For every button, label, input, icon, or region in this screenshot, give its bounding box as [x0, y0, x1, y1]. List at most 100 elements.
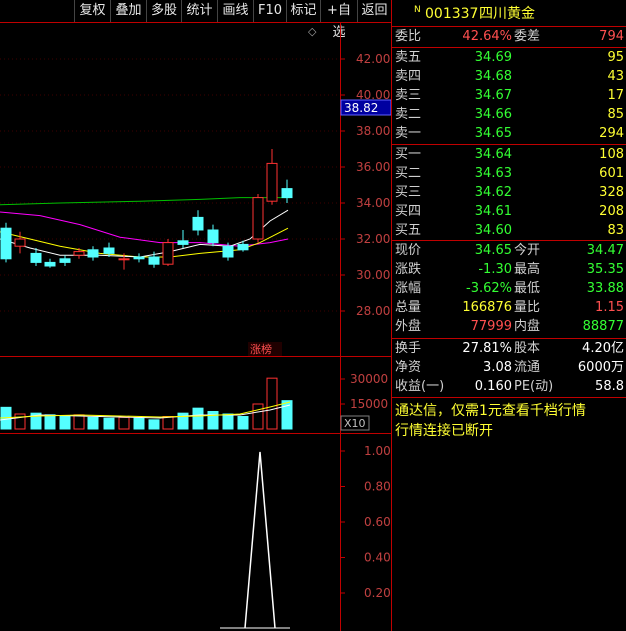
quote-label: 最高: [514, 262, 541, 277]
ask-price: 34.65: [474, 126, 512, 141]
finance-row: 换手 27.81% 股本 4.20亿: [392, 340, 626, 358]
new-listing-marker: N: [414, 5, 421, 15]
quote-label: 涨幅: [395, 281, 422, 296]
price-tick-label: 30.00: [356, 268, 390, 282]
price-gridlines: [0, 58, 340, 312]
quote-panel: N 001337 四川黄金 委比 42.64% 委差 794 通达信，仅需1元查…: [391, 0, 626, 631]
candle-body: [0, 227, 12, 260]
bid-price: 34.61: [474, 204, 512, 219]
volume-bars: [0, 377, 293, 430]
volume-bar: [237, 416, 249, 430]
volume-ma-yellow: [0, 401, 291, 419]
volume-bar: [118, 416, 130, 430]
quote-label: 总量: [395, 300, 422, 315]
quote-label: 现价: [395, 243, 422, 258]
quote-value: 77999: [470, 319, 512, 334]
divider: [392, 397, 626, 398]
candle-body: [237, 243, 249, 251]
bid-level-label: 买二: [395, 166, 422, 181]
weibi-value: 42.64%: [462, 29, 512, 44]
finance-value: 3.08: [483, 360, 512, 375]
quote-row: 涨幅 -3.62% 最低 33.88: [392, 280, 626, 298]
toolbar-draw-line-button[interactable]: 画线: [217, 0, 253, 22]
candle-body: [118, 258, 130, 261]
bid-row: 买四 34.61 208: [392, 203, 626, 221]
bid-price: 34.62: [474, 185, 512, 200]
divider: [392, 26, 626, 27]
toolbar-fuquan-button[interactable]: 复权: [74, 0, 110, 22]
quote-label: 外盘: [395, 319, 422, 334]
ask-price: 34.67: [474, 88, 512, 103]
candle-body: [222, 245, 234, 258]
toolbar-mark-button[interactable]: 标记: [286, 0, 320, 22]
promo-notice[interactable]: 通达信，仅需1元查看千档行情: [395, 400, 586, 420]
ask-price: 34.69: [474, 50, 512, 65]
bid-row: 买一 34.64 108: [392, 146, 626, 164]
price-tick-label: 28.00: [356, 304, 390, 318]
indicator-line: [244, 451, 276, 629]
candle-body: [133, 256, 145, 260]
bid-level-label: 买四: [395, 204, 422, 219]
finance-row: 收益(一) 0.160 PE(动) 58.8: [392, 378, 626, 396]
indicator-tick-label: 1.00: [364, 444, 391, 458]
price-tick-label: 42.00: [356, 52, 390, 66]
finance-value: 4.20亿: [582, 341, 624, 356]
ask-level-label: 卖三: [395, 88, 422, 103]
quote-value: 34.65: [474, 243, 512, 258]
candle-body: [281, 188, 293, 199]
volume-bar: [87, 416, 99, 430]
finance-label: PE(动): [514, 379, 554, 394]
quote-value: 34.47: [586, 243, 624, 258]
finance-label: 换手: [395, 341, 422, 356]
candle-body: [177, 240, 189, 245]
finance-value: 6000万: [577, 360, 624, 375]
price-tick-label: 32.00: [356, 232, 390, 246]
indicator-tick-label: 0.40: [364, 551, 391, 565]
candle-body: [266, 162, 278, 202]
finance-value: 0.160: [474, 379, 512, 394]
toolbar-multi-stock-button[interactable]: 多股: [146, 0, 181, 22]
toolbar-f10-button[interactable]: F10: [253, 0, 286, 22]
kline-chart[interactable]: 42.0040.0038.0036.0034.0032.0030.0028.00…: [0, 22, 391, 631]
divider: [392, 47, 626, 48]
volume-axis: 30000 15000: [340, 372, 388, 411]
indicator-tick-label: 0.80: [364, 480, 391, 494]
stock-header: N 001337 四川黄金: [392, 3, 626, 25]
price-tick-label: 38.00: [356, 124, 390, 138]
bid-price: 34.60: [474, 223, 512, 238]
toolbar-add-watchlist-button[interactable]: +自选: [320, 0, 357, 40]
candle-body: [30, 252, 42, 263]
ask-row: 卖二 34.66 85: [392, 106, 626, 124]
volume-bar: [281, 400, 293, 430]
toolbar-overlay-button[interactable]: 叠加: [110, 0, 146, 22]
quote-label: 最低: [514, 281, 541, 296]
ask-row: 卖一 34.65 294: [392, 125, 626, 143]
top-gainers-badge: 涨榜: [250, 342, 272, 356]
quote-row: 外盘 77999 内盘 88877: [392, 318, 626, 336]
finance-value: 58.8: [595, 379, 624, 394]
ask-level-label: 卖一: [395, 126, 422, 141]
price-axis: 42.0040.0038.0036.0034.0032.0030.0028.00: [340, 52, 390, 318]
ask-price: 34.66: [474, 107, 512, 122]
candle-body: [192, 216, 204, 231]
bid-volume: 601: [599, 166, 624, 181]
finance-label: 收益(一): [395, 379, 445, 394]
finance-value: 27.81%: [462, 341, 512, 356]
ma-green-line: [0, 197, 290, 206]
quote-value: 35.35: [586, 262, 624, 277]
quote-label: 量比: [514, 300, 541, 315]
chart-toolbar: 复权 叠加 多股 统计 画线 F10 标记 +自选 返回: [0, 0, 391, 40]
price-tick-label: 36.00: [356, 160, 390, 174]
candle-body: [59, 258, 71, 263]
ask-level-label: 卖二: [395, 107, 422, 122]
divider: [392, 338, 626, 339]
toolbar-stats-button[interactable]: 统计: [181, 0, 217, 22]
quote-row: 总量 166876 量比 1.15: [392, 299, 626, 317]
toolbar-back-button[interactable]: 返回: [357, 0, 391, 22]
volume-bar: [148, 419, 160, 430]
candle-body: [162, 242, 174, 265]
volume-bar: [222, 413, 234, 430]
volume-bar: [44, 414, 56, 430]
weicha-value: 794: [599, 29, 624, 44]
candle-body: [73, 251, 85, 256]
